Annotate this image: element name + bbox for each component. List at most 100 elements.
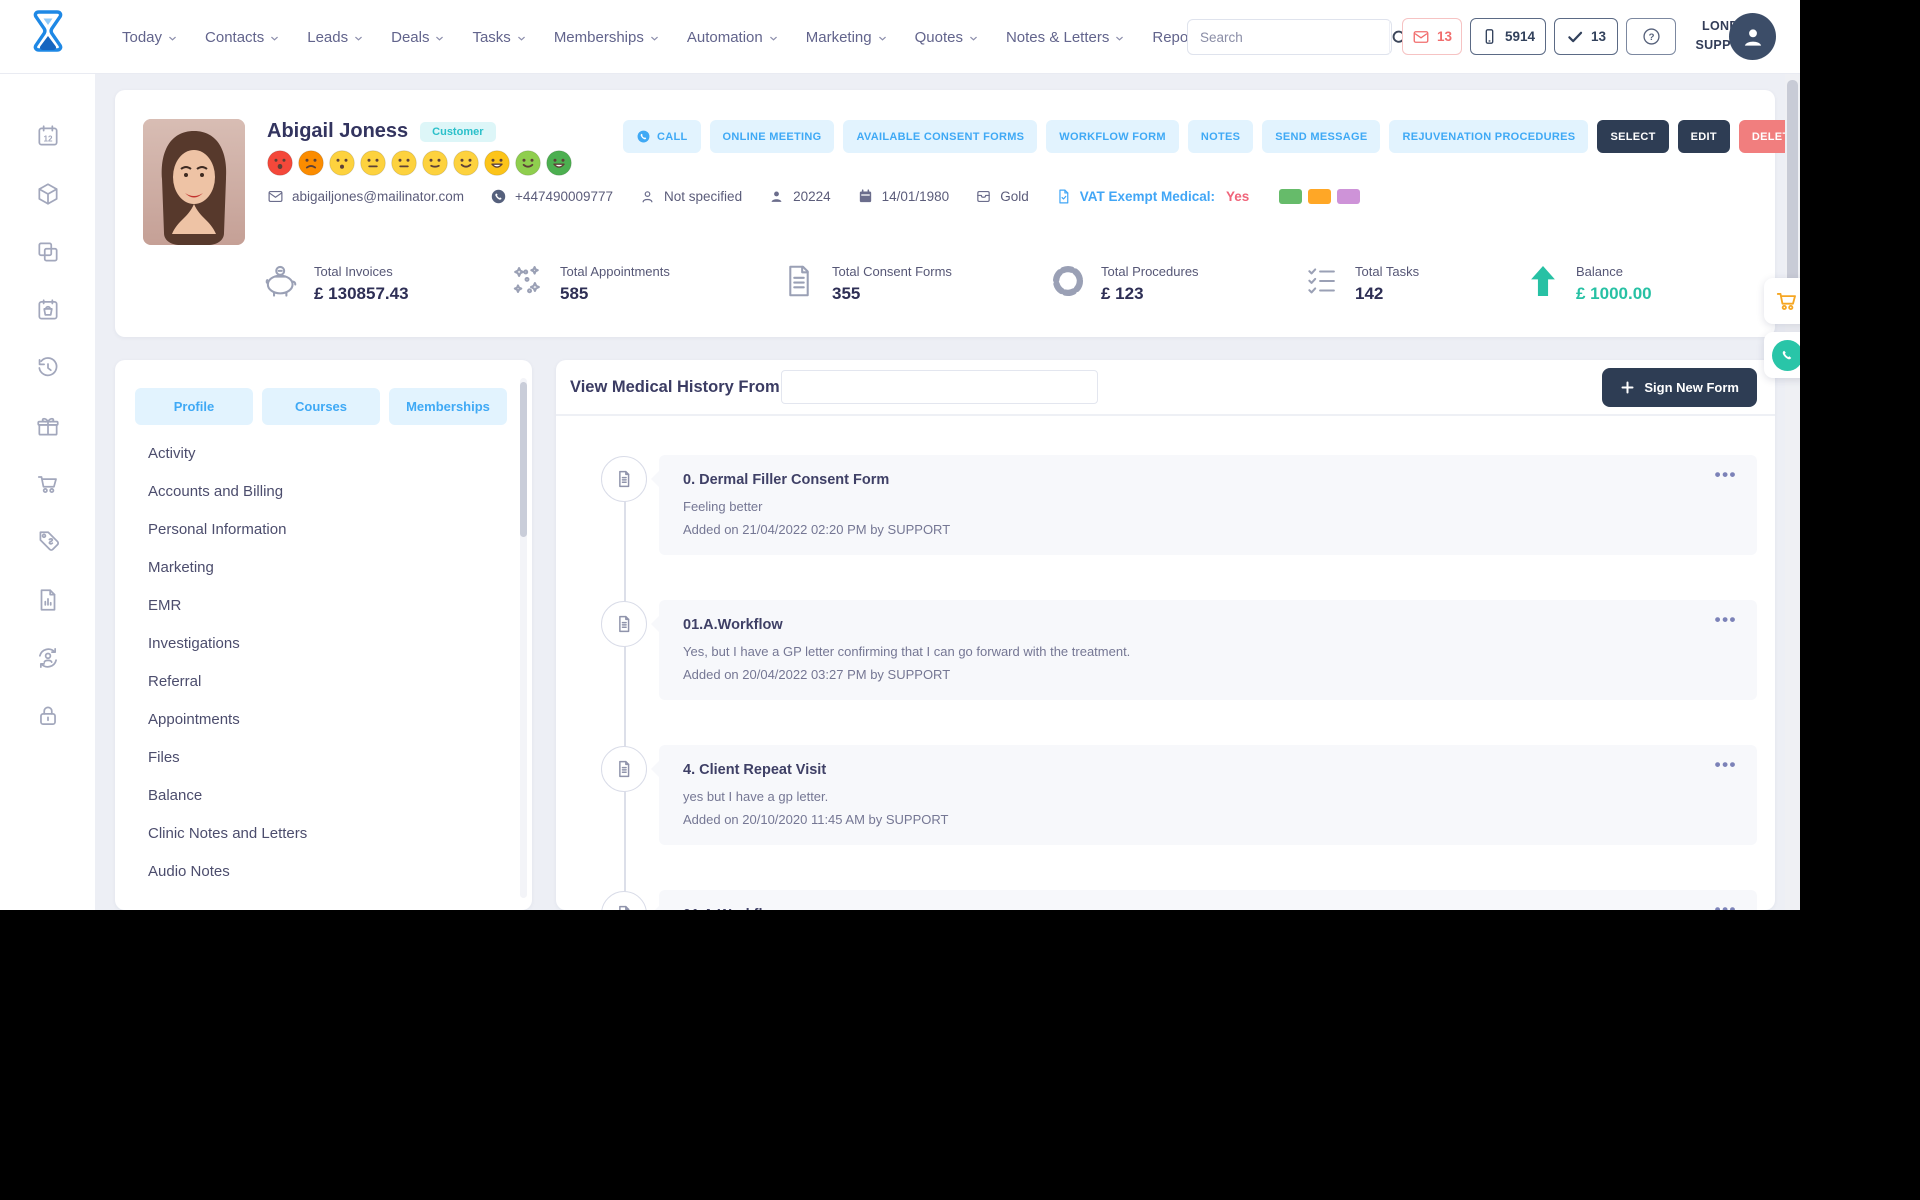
whatsapp-floating-button[interactable] [1764,332,1800,378]
search-input[interactable] [1188,29,1389,45]
online-meeting-button[interactable]: ONLINE MEETING [709,120,835,153]
basket-icon [38,299,58,320]
section-files[interactable]: Files [115,738,532,776]
mood-emoji-2[interactable] [298,150,324,176]
sidebar-price-tag-icon[interactable] [34,528,62,556]
sidebar-gift-icon[interactable] [34,412,62,440]
mood-emoji-5[interactable] [391,150,417,176]
medical-history-card[interactable]: 0. Dermal Filler Consent Form Feeling bet… [651,455,1757,555]
tab-courses[interactable]: Courses [262,388,380,425]
sidebar-basket-icon[interactable] [34,296,62,324]
workflow-form-button[interactable]: WORKFLOW FORM [1046,120,1179,153]
client-name: Abigail Joness [267,120,409,142]
entry-options-menu[interactable]: ••• [1715,610,1737,630]
mood-emoji-9[interactable] [515,150,541,176]
stat-label: Total Invoices [314,263,393,279]
chevron-down-icon [878,36,886,41]
entry-options-menu[interactable]: ••• [1715,755,1737,775]
client-nav-panel: Profile Courses Memberships Activity Accoun… [115,360,532,910]
nav-item-contacts[interactable]: Contacts [205,29,280,46]
section-balance[interactable]: Balance [115,776,532,814]
sidebar-report-icon[interactable] [34,586,62,614]
medical-history-card[interactable]: 4. Client Repeat Visit yes but I have a g… [651,745,1757,845]
nav-item-quotes[interactable]: Quotes [915,29,979,46]
mood-emoji-10[interactable] [546,150,572,176]
section-audio-notes[interactable]: Audio Notes [115,852,532,890]
select-button[interactable]: SELECT [1597,120,1669,153]
user-avatar[interactable] [1729,13,1776,60]
help-button[interactable]: ? [1626,18,1676,55]
stat-balance: Balance £ 1000.00 [1524,262,1652,305]
send-message-button[interactable]: SEND MESSAGE [1262,120,1381,153]
nav-label: Quotes [914,28,963,46]
section-referral[interactable]: Referral [115,662,532,700]
mood-emoji-8[interactable] [484,150,510,176]
cart-floating-button[interactable] [1764,278,1800,324]
sidebar-copy-icon[interactable] [34,238,62,266]
section-emr[interactable]: EMR [115,586,532,624]
mood-emoji-7[interactable] [453,150,479,176]
mood-emoji-4[interactable] [360,150,386,176]
sidebar-cart-icon[interactable] [34,470,62,498]
mood-emoji-6[interactable] [422,150,448,176]
notes-button[interactable]: NOTES [1187,120,1254,153]
sidebar-account-sync-icon[interactable] [34,644,62,672]
sidebar-lock-icon[interactable] [34,702,62,730]
medical-history-card[interactable]: 01.A.Workflow ••• [651,890,1757,910]
check-icon [1568,31,1583,42]
nav-item-automation[interactable]: Automation [687,29,779,46]
section-activity[interactable]: Activity [115,434,532,472]
section-marketing[interactable]: Marketing [115,548,532,586]
sidebar-calendar-12-icon[interactable]: 12 [34,122,62,150]
sms-credits-button[interactable]: 5914 [1470,18,1546,55]
medical-history-title: View Medical History From [570,378,780,396]
rejuvenation-procedures-button[interactable]: REJUVENATION PROCEDURES [1389,120,1589,153]
entry-options-menu[interactable]: ••• [1715,465,1737,485]
tasks-button[interactable]: 13 [1554,18,1618,55]
entry-options-menu[interactable]: ••• [1715,900,1737,910]
tab-profile[interactable]: Profile [135,388,253,425]
inbox-mail-button[interactable]: 13 [1402,18,1462,55]
nav-item-marketing[interactable]: Marketing [806,29,888,46]
stat-total-procedures: Total Procedures £ 123 [1049,262,1199,305]
nav-item-leads[interactable]: Leads [307,29,364,46]
nav-item-notes-letters[interactable]: Notes & Letters [1006,29,1125,46]
mood-emoji-3[interactable] [329,150,355,176]
client-photo[interactable] [143,119,245,245]
contact-email[interactable]: abigailjones@mailinator.com [267,188,464,205]
section-personal-information[interactable]: Personal Information [115,510,532,548]
form-document-icon [601,456,647,502]
nav-item-deals[interactable]: Deals [391,29,445,46]
entry-title: 01.A.Workflow [683,617,783,633]
report-icon [40,589,56,611]
mood-emoji-1[interactable] [267,150,293,176]
sidebar-package-icon[interactable] [34,180,62,208]
app-logo-icon[interactable] [24,7,72,67]
nav-item-memberships[interactable]: Memberships [554,29,660,46]
medical-history-date-filter[interactable] [781,370,1098,404]
sign-new-form-button[interactable]: Sign New Form [1602,368,1757,407]
nav-label: Memberships [553,28,644,46]
available-consent-forms-button[interactable]: AVAILABLE CONSENT FORMS [843,120,1038,153]
tab-memberships[interactable]: Memberships [389,388,507,425]
medical-history-header: View Medical History From Sign New Form [556,360,1775,416]
chevron-down-icon [436,36,444,41]
panel-scrollbar-thumb[interactable] [520,382,527,537]
phone-circle-icon [491,189,506,204]
nav-label: Leads [307,28,349,46]
edit-button[interactable]: EDIT [1677,120,1730,153]
section-investigations[interactable]: Investigations [115,624,532,662]
chevron-down-icon [517,36,525,41]
nav-item-tasks[interactable]: Tasks [472,29,526,46]
section-appointments[interactable]: Appointments [115,700,532,738]
chevron-down-icon [1116,36,1124,41]
page-scrollbar-thumb[interactable] [1787,80,1798,305]
nav-item-today[interactable]: Today [122,29,178,46]
section-clinic-notes-and-letters[interactable]: Clinic Notes and Letters [115,814,532,852]
contact-phone[interactable]: +447490009777 [490,188,613,205]
stat-value: 585 [560,283,589,303]
sidebar-history-icon[interactable] [34,354,62,382]
section-accounts-and-billing[interactable]: Accounts and Billing [115,472,532,510]
medical-history-card[interactable]: 01.A.Workflow Yes, but I have a GP letter… [651,600,1757,700]
call-button[interactable]: CALL [623,120,701,153]
